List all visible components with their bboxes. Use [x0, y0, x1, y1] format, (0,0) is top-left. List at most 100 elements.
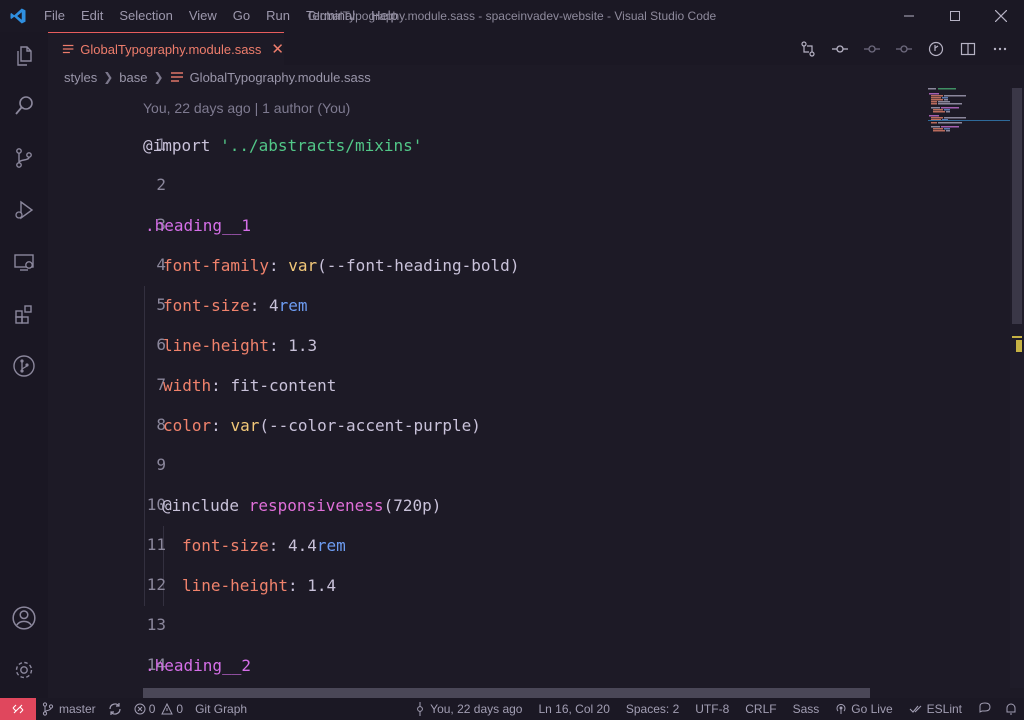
remote-indicator-button[interactable] — [0, 698, 36, 720]
git-commit-prev-icon — [864, 44, 880, 53]
manage-button[interactable] — [0, 646, 48, 694]
error-count: 0 — [148, 702, 156, 716]
code-line-10: @include responsiveness(720p) — [162, 496, 442, 515]
token-argument: 720p — [393, 496, 432, 515]
git-branch-icon — [42, 702, 54, 716]
git-commit-next-icon — [896, 44, 912, 53]
code-editor[interactable]: You, 22 days ago | 1 author (You) 1 2 3 … — [48, 92, 1010, 688]
menu-help[interactable]: Help — [363, 0, 406, 32]
code-line-1: @import '../abstracts/mixins' — [143, 126, 422, 166]
split-editor-icon — [960, 42, 976, 55]
go-live-label: Go Live — [851, 702, 893, 716]
horizontal-scrollbar-thumb[interactable] — [143, 688, 870, 698]
account-button[interactable] — [0, 594, 48, 642]
sync-button[interactable] — [102, 698, 128, 720]
git-graph-button[interactable] — [0, 342, 48, 390]
tab-globaltypography[interactable]: GlobalTypography.module.sass ✕ — [48, 32, 284, 65]
menu-edit[interactable]: Edit — [73, 0, 111, 32]
line-number: 6 — [156, 335, 166, 354]
token-property: line-height — [163, 336, 269, 355]
sass-file-icon — [62, 44, 74, 54]
menu-bar: File Edit Selection View Go Run Terminal… — [36, 0, 406, 32]
chevron-right-icon: ❯ — [103, 70, 114, 84]
vertical-scrollbar-thumb[interactable] — [1012, 88, 1022, 324]
next-revision-button[interactable] — [888, 32, 920, 65]
eslint-status[interactable]: ESLint — [903, 698, 968, 720]
token-number: 4 — [268, 296, 279, 315]
code-line-12: line-height: 1.4 — [182, 576, 337, 595]
branch-status[interactable]: master — [36, 698, 102, 720]
account-icon — [12, 606, 36, 630]
eol-status[interactable]: CRLF — [739, 698, 782, 720]
settings-gear-icon — [15, 661, 33, 679]
explorer-button[interactable] — [0, 32, 48, 80]
git-graph-status-button[interactable]: Git Graph — [189, 698, 253, 720]
sass-file-icon — [170, 72, 183, 82]
open-changes-button[interactable] — [792, 32, 824, 65]
maximize-button[interactable] — [932, 0, 978, 32]
go-live-button[interactable]: Go Live — [829, 698, 898, 720]
vscode-logo-icon — [0, 0, 36, 32]
git-commit-icon — [832, 44, 848, 53]
extensions-button[interactable] — [0, 290, 48, 338]
run-debug-button[interactable] — [0, 186, 48, 234]
code-line-14: .heading__2 — [145, 646, 251, 686]
minimap[interactable] — [928, 88, 1010, 148]
menu-go[interactable]: Go — [225, 0, 258, 32]
token-value: fit-content — [230, 376, 337, 395]
source-control-icon — [16, 148, 32, 168]
token-property: line-height — [182, 576, 288, 595]
tab-close-icon[interactable]: ✕ — [271, 42, 284, 57]
breadcrumb-item-file[interactable]: GlobalTypography.module.sass — [190, 70, 371, 85]
menu-selection[interactable]: Selection — [111, 0, 180, 32]
notifications-button[interactable] — [998, 698, 1024, 720]
scrollbar-change-marker — [1016, 340, 1022, 352]
line-number: 13 — [146, 615, 166, 634]
title-bar: File Edit Selection View Go Run Terminal… — [0, 0, 1024, 32]
token-property: width — [163, 376, 212, 395]
encoding-status[interactable]: UTF-8 — [689, 698, 735, 720]
indentation-status[interactable]: Spaces: 2 — [620, 698, 685, 720]
menu-view[interactable]: View — [181, 0, 225, 32]
search-button[interactable] — [0, 82, 48, 130]
minimize-button[interactable] — [886, 0, 932, 32]
menu-file[interactable]: File — [36, 0, 73, 32]
code-line-5: font-size: 4rem — [163, 296, 308, 315]
git-history-icon — [928, 41, 944, 56]
token-number: 1.3 — [288, 336, 318, 355]
token-selector: .heading__2 — [145, 656, 251, 675]
feedback-button[interactable] — [972, 698, 998, 720]
cursor-position-status[interactable]: Ln 16, Col 20 — [532, 698, 615, 720]
token-number: 4.4 — [287, 536, 317, 555]
git-commit-icon — [417, 702, 424, 716]
close-icon — [995, 10, 1007, 22]
token-property: font-size — [182, 536, 269, 555]
language-mode-status[interactable]: Sass — [787, 698, 826, 720]
previous-revision-button[interactable] — [856, 32, 888, 65]
remote-explorer-button[interactable] — [0, 238, 48, 286]
status-bar: master 0 0 Git Graph You, 22 days ago Ln… — [0, 698, 1024, 720]
source-control-button[interactable] — [0, 134, 48, 182]
tab-label: GlobalTypography.module.sass — [80, 41, 262, 57]
run-debug-icon — [15, 200, 34, 220]
window-controls — [886, 0, 1024, 32]
git-graph-icon — [13, 355, 35, 377]
menu-terminal[interactable]: Terminal — [298, 0, 363, 32]
codelens-blame[interactable]: You, 22 days ago | 1 author (You) — [143, 100, 350, 116]
line-number: 9 — [156, 455, 166, 474]
close-window-button[interactable] — [978, 0, 1024, 32]
problems-status[interactable]: 0 0 — [128, 698, 189, 720]
blame-status[interactable]: You, 22 days ago — [409, 698, 528, 720]
token-unit: rem — [278, 296, 308, 315]
more-actions-button[interactable] — [984, 32, 1016, 65]
split-editor-button[interactable] — [952, 32, 984, 65]
line-number: 12 — [146, 575, 166, 594]
breadcrumb-item-base[interactable]: base — [119, 70, 147, 85]
timeline-button[interactable] — [920, 32, 952, 65]
token-function: var — [288, 256, 318, 275]
commit-button[interactable] — [824, 32, 856, 65]
eslint-label: ESLint — [926, 702, 962, 716]
check-all-icon — [909, 705, 922, 713]
menu-run[interactable]: Run — [258, 0, 298, 32]
breadcrumb-item-styles[interactable]: styles — [64, 70, 97, 85]
